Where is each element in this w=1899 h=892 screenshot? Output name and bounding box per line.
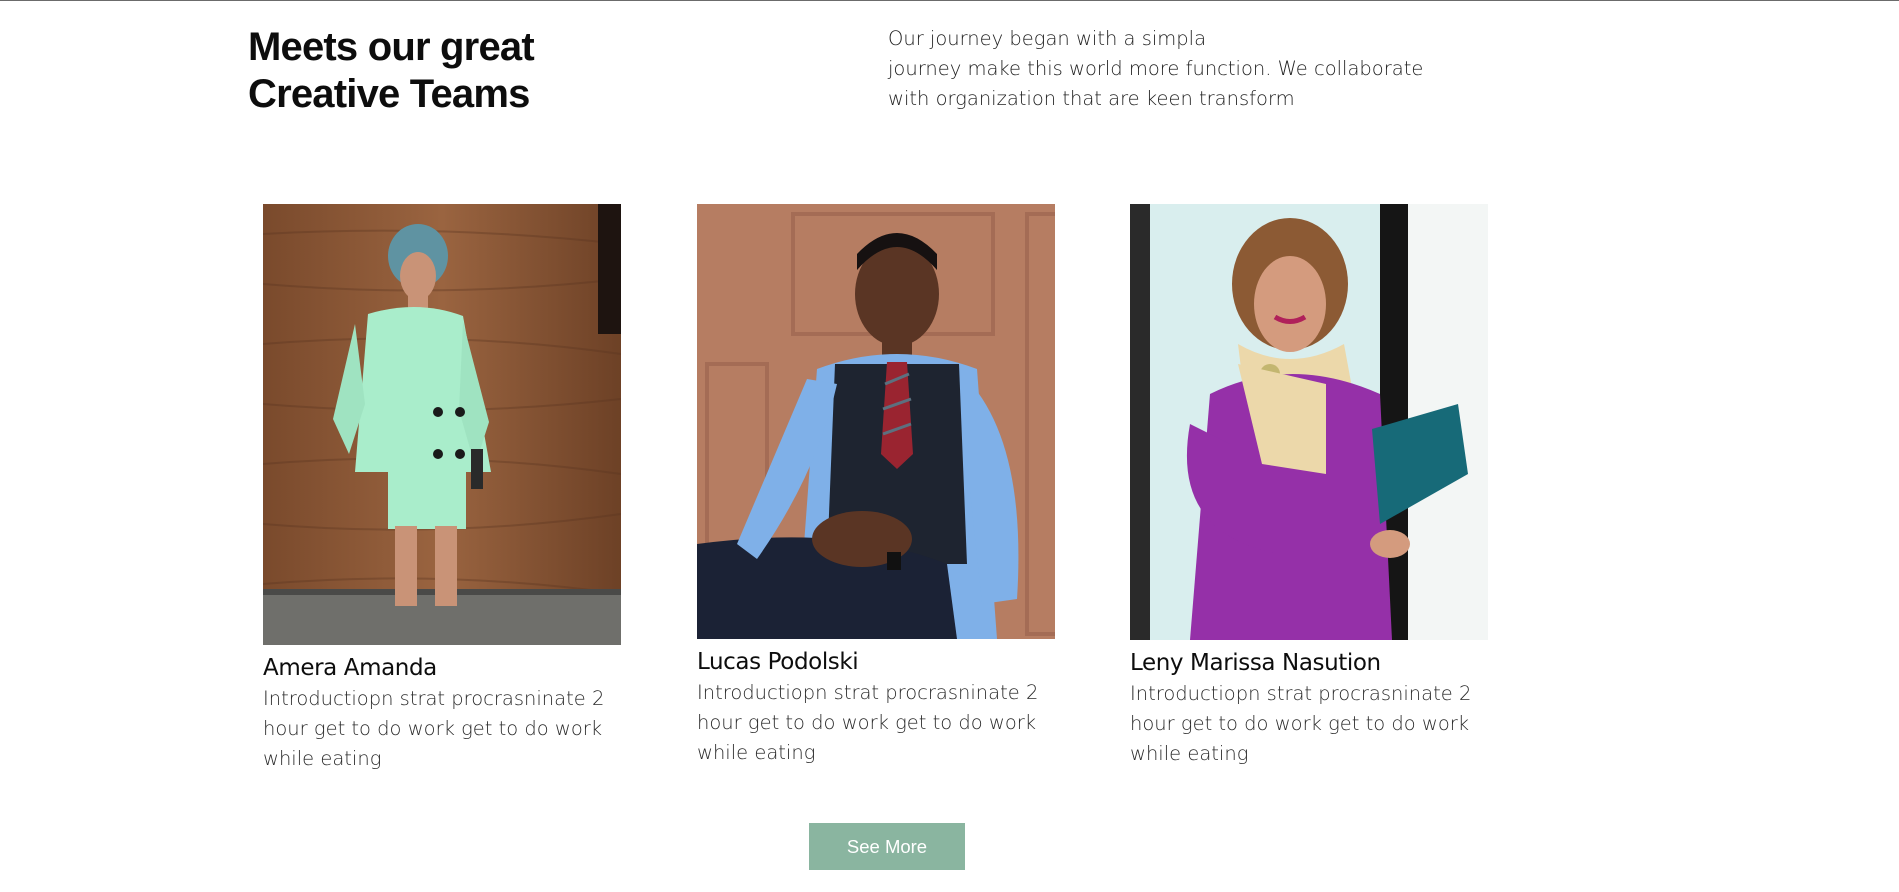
team-photo — [263, 204, 621, 645]
heading-line-2: Creative Teams — [248, 72, 530, 116]
bio-line-1: Introductiopn strat procrasninate 2 — [263, 687, 605, 710]
member-name: Lucas Podolski — [697, 649, 859, 675]
bio-line-3: while eating — [1130, 742, 1249, 765]
member-name: Leny Marissa Nasution — [1130, 650, 1381, 676]
bio-line-3: while eating — [263, 747, 382, 770]
intro-line-3: with organization that are keen transfor… — [888, 87, 1295, 110]
top-divider — [0, 0, 1899, 1]
bio-line-1: Introductiopn strat procrasninate 2 — [697, 681, 1039, 704]
bio-line-2: hour get to do work get to do work — [263, 717, 603, 740]
intro-line-2: journey make this world more function. W… — [888, 57, 1424, 80]
bio-line-2: hour get to do work get to do work — [697, 711, 1037, 734]
section-heading: Meets our great Creative Teams — [248, 24, 668, 118]
team-card-lucas: Lucas Podolski Introductiopn strat procr… — [697, 204, 1069, 768]
team-photo — [697, 204, 1055, 639]
team-photo — [1130, 204, 1488, 640]
team-card-leny: Leny Marissa Nasution Introductiopn stra… — [1130, 204, 1502, 769]
see-more-button[interactable]: See More — [809, 823, 965, 870]
member-bio: Introductiopn strat procrasninate 2 hour… — [697, 678, 1069, 768]
heading-line-1: Meets our great — [248, 25, 535, 69]
bio-line-3: while eating — [697, 741, 816, 764]
member-bio: Introductiopn strat procrasninate 2 hour… — [1130, 679, 1502, 769]
team-card-amera: Amera Amanda Introductiopn strat procras… — [263, 204, 635, 774]
member-bio: Introductiopn strat procrasninate 2 hour… — [263, 684, 635, 774]
section-intro: Our journey began with a simpla journey … — [888, 24, 1468, 114]
intro-line-1: Our journey began with a simpla — [888, 27, 1207, 50]
bio-line-2: hour get to do work get to do work — [1130, 712, 1470, 735]
bio-line-1: Introductiopn strat procrasninate 2 — [1130, 682, 1472, 705]
member-name: Amera Amanda — [263, 655, 437, 681]
